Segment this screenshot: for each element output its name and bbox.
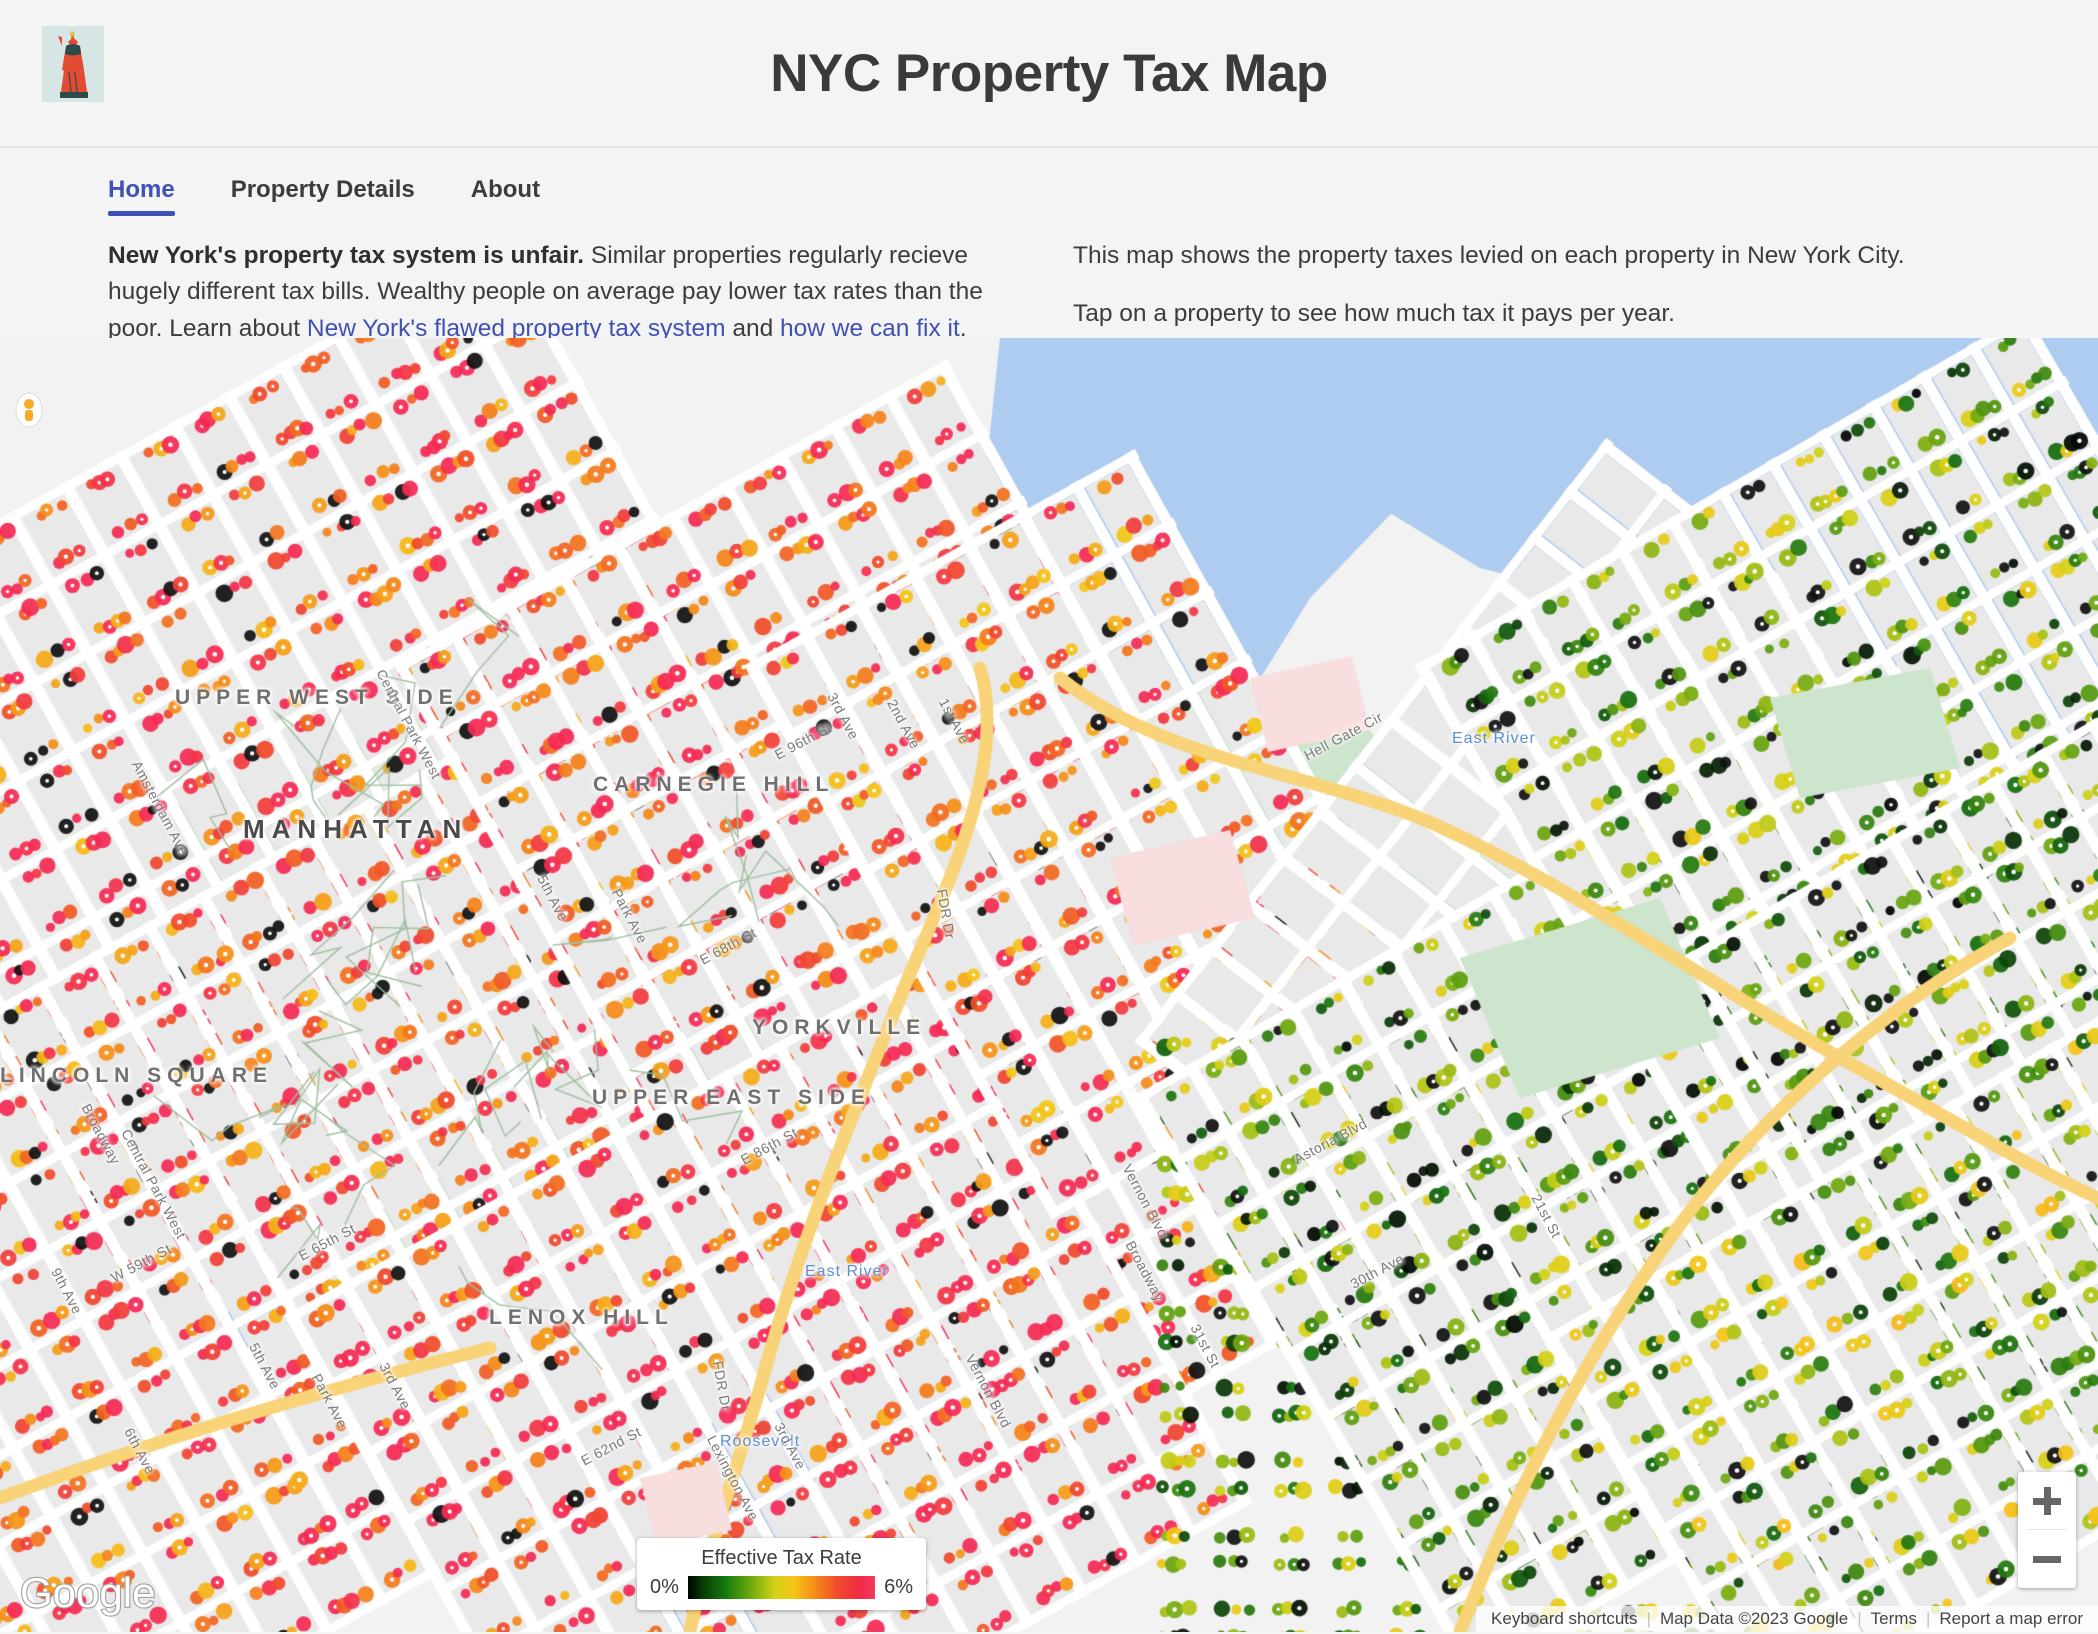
intro-right-paragraph-2: Tap on a property to see how much tax it…	[1073, 300, 1675, 328]
property-tax-map[interactable]: UPPER WEST SIDE CARNEGIE HILL YORKVILLE UPP…	[0, 338, 2098, 1632]
statue-of-liberty-icon	[42, 26, 104, 102]
legend-color-bar	[687, 1576, 876, 1599]
pegman-icon[interactable]	[12, 390, 46, 436]
intro-left-column: New York's property tax system is unfair…	[108, 238, 1025, 342]
map-data-credit: Map Data ©2023 Google	[1659, 1609, 1849, 1628]
map-canvas[interactable]	[0, 338, 2098, 1632]
main-navigation: Home Property Details About	[0, 148, 2098, 216]
tab-about[interactable]: About	[443, 178, 568, 216]
map-legend: Effective Tax Rate 0% 6%	[637, 1538, 926, 1610]
intro-left-paragraph: New York's property tax system is unfair…	[108, 238, 1025, 347]
tab-home[interactable]: Home	[108, 178, 203, 216]
minus-icon	[2033, 1555, 2061, 1563]
page-title: NYC Property Tax Map	[770, 43, 1328, 103]
report-map-error-link[interactable]: Report a map error	[1930, 1609, 2092, 1629]
map-zoom-control[interactable]	[2018, 1472, 2076, 1588]
intro-right-paragraph-1: This map shows the property taxes levied…	[1073, 242, 1905, 269]
plus-icon-vertical	[2043, 1487, 2051, 1515]
keyboard-shortcuts-link[interactable]: Keyboard shortcuts	[1482, 1609, 1646, 1629]
legend-min-label: 0%	[650, 1576, 679, 1598]
terms-link[interactable]: Terms	[1862, 1609, 1926, 1629]
legend-title: Effective Tax Rate	[701, 1547, 862, 1569]
page-header: NYC Property Tax Map	[0, 0, 2098, 148]
intro-lead: New York's property tax system is unfair…	[108, 242, 585, 269]
intro-right-column: This map shows the property taxes levied…	[1073, 238, 1990, 327]
tab-property-details[interactable]: Property Details	[203, 178, 443, 216]
map-attribution-bar: Keyboard shortcuts | Map Data ©2023 Goog…	[1476, 1606, 2098, 1632]
zoom-in-button[interactable]	[2018, 1472, 2076, 1530]
legend-max-label: 6%	[884, 1576, 913, 1598]
intro-section: New York's property tax system is unfair…	[0, 216, 2098, 342]
zoom-out-button[interactable]	[2018, 1530, 2076, 1588]
